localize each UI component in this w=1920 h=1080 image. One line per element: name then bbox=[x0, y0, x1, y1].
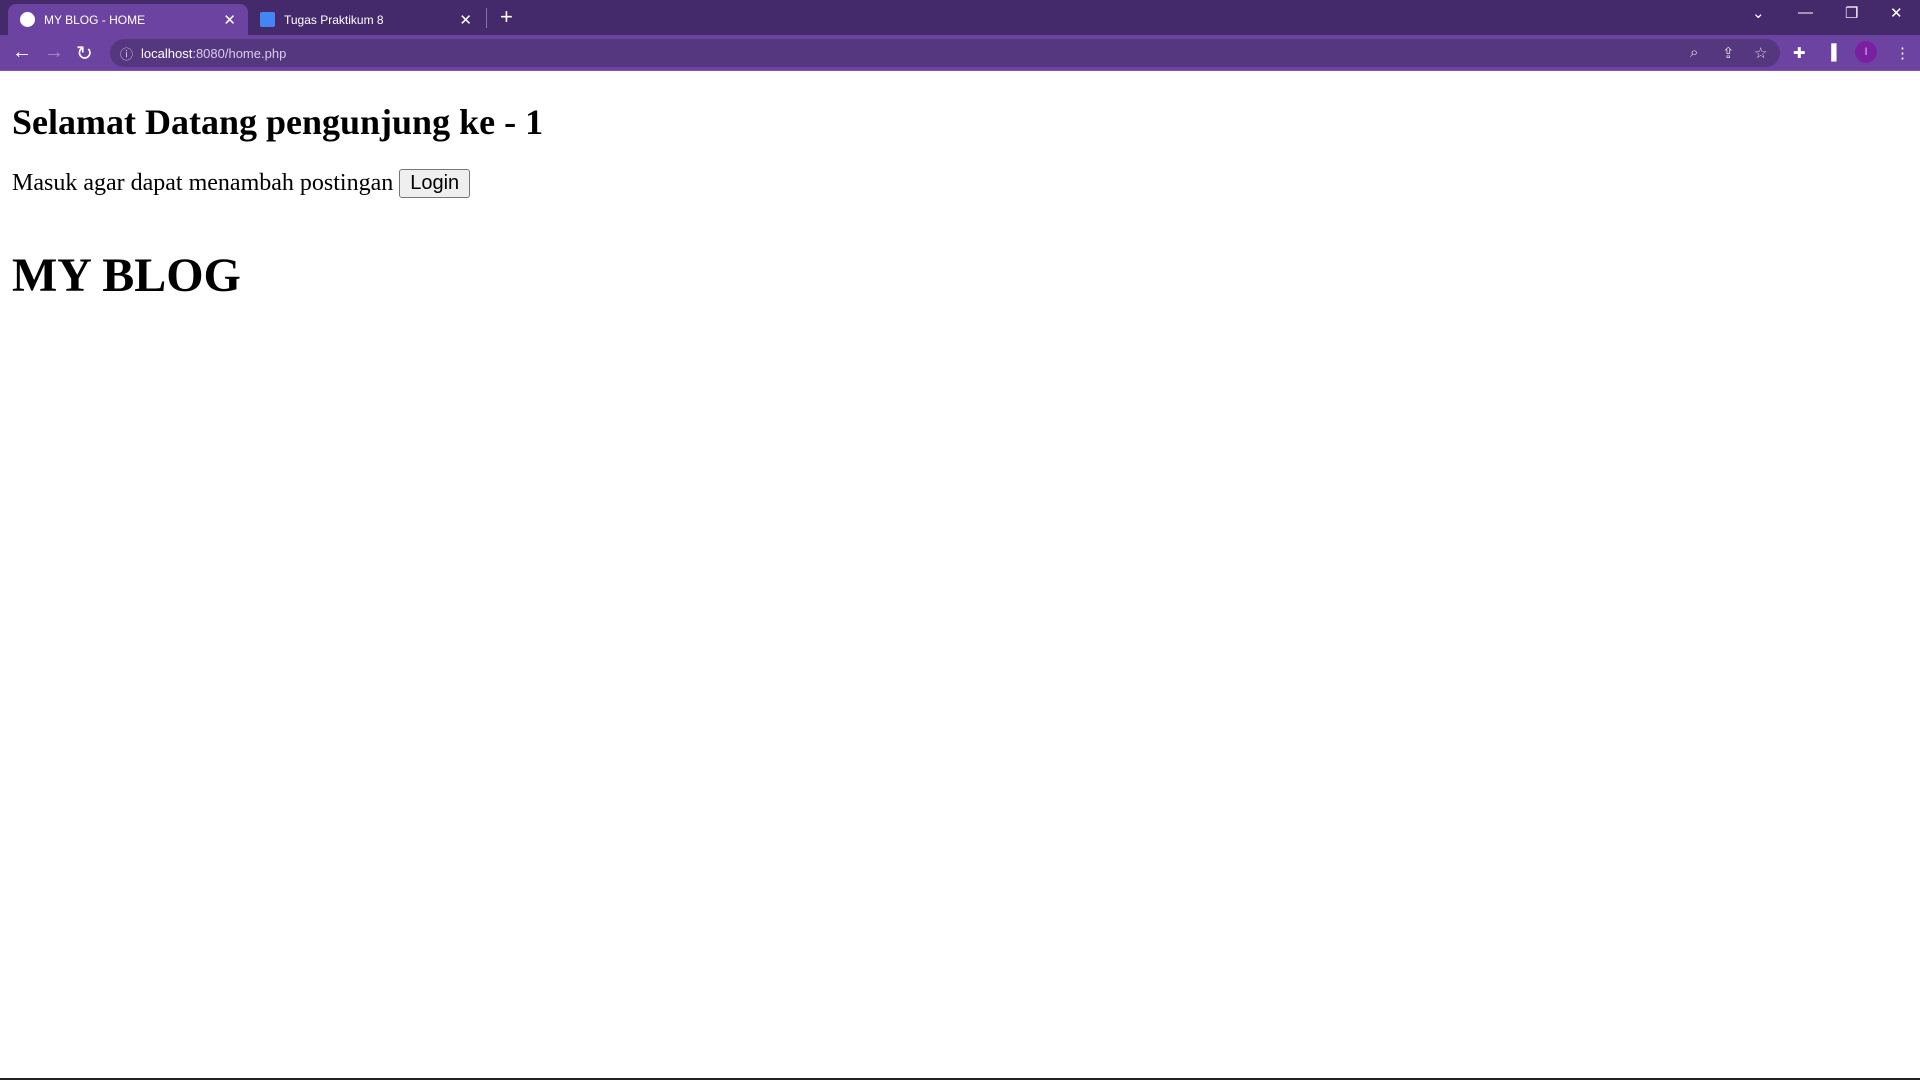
tab-search-icon[interactable]: ⌄ bbox=[1752, 4, 1765, 22]
zoom-icon[interactable]: ⌕ bbox=[1690, 44, 1698, 61]
login-prompt-row: Masuk agar dapat menambah postingan Logi… bbox=[12, 169, 1920, 198]
minimize-button[interactable]: — bbox=[1798, 4, 1813, 21]
tab-separator bbox=[486, 8, 487, 28]
login-button[interactable]: Login bbox=[399, 169, 470, 198]
profile-avatar[interactable]: I bbox=[1855, 41, 1877, 63]
tab-strip: MY BLOG - HOME ✕ Tugas Praktikum 8 ✕ + ⌄… bbox=[0, 0, 1920, 35]
close-window-button[interactable]: ✕ bbox=[1890, 4, 1903, 22]
reload-button[interactable]: ↻ bbox=[76, 41, 93, 66]
url-host: localhost bbox=[141, 46, 192, 61]
back-button[interactable]: ← bbox=[12, 41, 32, 64]
tab-title: Tugas Praktikum 8 bbox=[284, 13, 459, 27]
browser-toolbar: ← → ↻ ⓘ localhost :8080/home.php ⌕ ⇪ ☆ ✚… bbox=[0, 35, 1920, 71]
new-tab-button[interactable]: + bbox=[500, 4, 513, 30]
page-content: Selamat Datang pengunjung ke - 1 Masuk a… bbox=[12, 71, 1920, 303]
site-info-icon[interactable]: ⓘ bbox=[120, 44, 133, 63]
bookmark-star-icon[interactable]: ☆ bbox=[1754, 44, 1767, 62]
extensions-icon[interactable]: ✚ bbox=[1793, 44, 1806, 62]
close-tab-icon[interactable]: ✕ bbox=[223, 11, 236, 29]
login-prompt: Masuk agar dapat menambah postingan bbox=[12, 170, 393, 197]
side-panel-icon[interactable]: ▐ bbox=[1826, 44, 1837, 61]
forward-button[interactable]: → bbox=[44, 41, 64, 64]
globe-icon bbox=[20, 12, 35, 27]
restore-button[interactable]: ❐ bbox=[1845, 4, 1858, 22]
blog-title: MY BLOG bbox=[12, 248, 1920, 303]
close-tab-icon[interactable]: ✕ bbox=[459, 11, 472, 29]
classroom-icon bbox=[260, 12, 275, 27]
tab-tugas-praktikum[interactable]: Tugas Praktikum 8 ✕ bbox=[248, 4, 484, 35]
tab-title: MY BLOG - HOME bbox=[44, 13, 223, 27]
menu-icon[interactable]: ⋮ bbox=[1895, 44, 1910, 62]
url-path: :8080/home.php bbox=[192, 46, 286, 61]
tab-my-blog[interactable]: MY BLOG - HOME ✕ bbox=[8, 4, 248, 35]
welcome-heading: Selamat Datang pengunjung ke - 1 bbox=[12, 101, 1920, 143]
address-bar[interactable]: ⓘ localhost :8080/home.php bbox=[110, 39, 1780, 67]
share-icon[interactable]: ⇪ bbox=[1722, 44, 1735, 62]
